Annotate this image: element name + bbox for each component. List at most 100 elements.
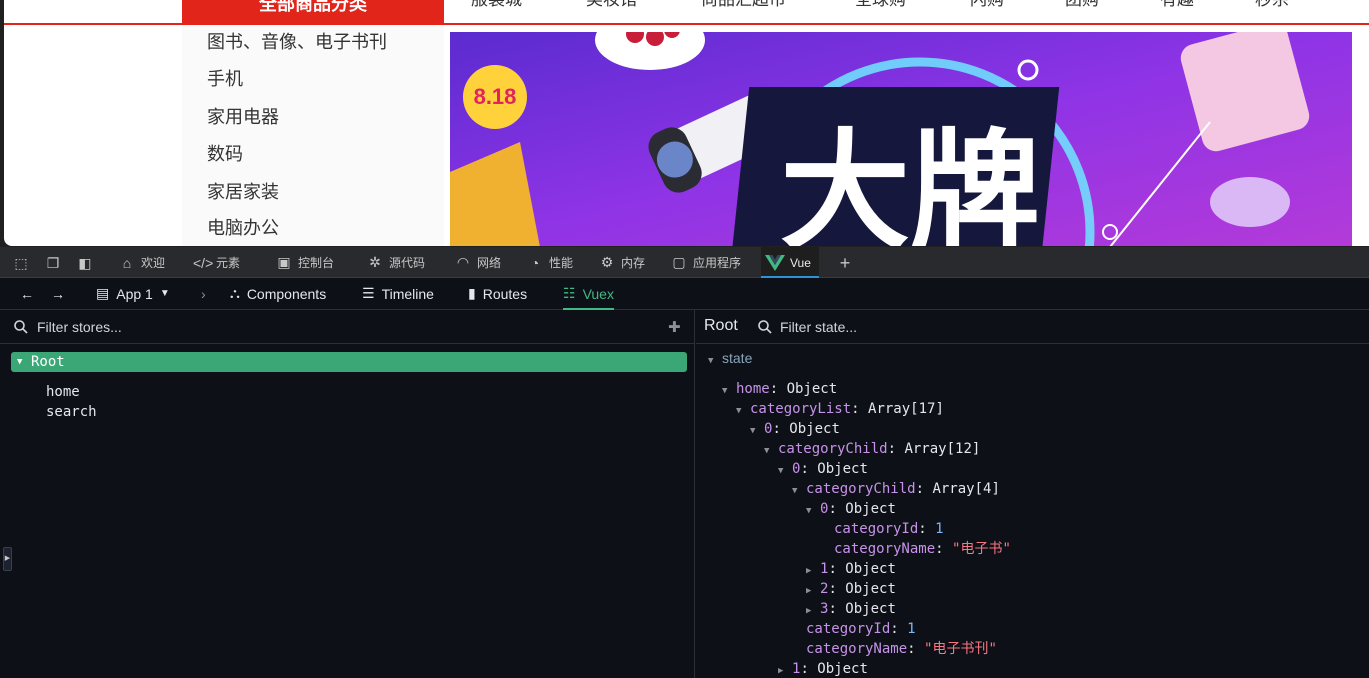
- back-arrow-icon[interactable]: ←: [20, 278, 34, 309]
- dock-sidebar-icon[interactable]: ◧: [76, 254, 94, 272]
- forward-arrow-icon[interactable]: →: [51, 278, 65, 309]
- devtools-tab-bar: ⬚ ❐ ◧ ⌂ 欢迎 </> 元素 ▣ 控制台 ✲ 源代码 ◠ 网络 ◔ 性能 ⚙ 内存 ▢ 应…: [0, 247, 1369, 278]
- key-separator: :: [828, 501, 846, 517]
- state-tree-row[interactable]: ▶ 1: Object: [806, 559, 896, 579]
- key-separator: :: [772, 421, 790, 437]
- tab-vue[interactable]: Vue: [761, 247, 819, 278]
- stores-pane: Filter stores... ✚ ▼ Root home search ▶: [0, 310, 695, 678]
- state-tree-row[interactable]: ▼ 0: Object: [750, 419, 840, 439]
- key-separator: :: [915, 481, 933, 497]
- tab-sources[interactable]: ✲ 源代码: [366, 247, 425, 278]
- device-emulation-icon[interactable]: ❐: [44, 254, 62, 272]
- nav-link[interactable]: 闪购: [970, 0, 1004, 10]
- state-tree-row: categoryName: "电子书刊": [792, 639, 997, 659]
- nav-vuex[interactable]: ☷ Vuex: [563, 278, 614, 310]
- nav-routes[interactable]: ▮ Routes: [468, 278, 527, 309]
- search-icon: [14, 320, 28, 334]
- puzzle-icon[interactable]: ✚: [668, 318, 681, 336]
- chevron-down-icon: ▼: [159, 288, 170, 299]
- key-separator: :: [828, 561, 846, 577]
- nav-link[interactable]: 秒杀: [1255, 0, 1289, 10]
- promo-banner[interactable]: 8.18 大牌: [450, 32, 1352, 246]
- state-tree-row: categoryId: 1: [792, 619, 916, 639]
- key-separator: :: [851, 401, 869, 417]
- state-key: categoryId: [806, 621, 891, 637]
- nav-link[interactable]: 服装城: [471, 0, 522, 10]
- tab-application[interactable]: ▢ 应用程序: [670, 247, 741, 278]
- state-tree-row[interactable]: ▼ categoryChild: Array[4]: [792, 479, 1000, 499]
- state-tree-row[interactable]: ▼ categoryChild: Array[12]: [764, 439, 980, 459]
- state-key: categoryName: [834, 541, 936, 557]
- nav-components[interactable]: ⛬ Components: [230, 278, 326, 309]
- state-value: Object: [845, 561, 896, 577]
- state-value: Array[4]: [932, 481, 1000, 497]
- key-separator: :: [907, 641, 925, 657]
- state-value: Object: [845, 501, 896, 517]
- store-item-search[interactable]: search: [46, 402, 97, 422]
- tab-memory[interactable]: ⚙ 内存: [598, 247, 645, 278]
- tab-elements[interactable]: </> 元素: [193, 247, 240, 278]
- store-root-label: Root: [31, 354, 65, 370]
- filter-stores-input[interactable]: Filter stores...: [37, 319, 122, 335]
- key-separator: :: [935, 541, 953, 557]
- state-value: 1: [935, 521, 944, 537]
- state-tree-row[interactable]: ▼ categoryList: Array[17]: [736, 399, 944, 419]
- tab-network[interactable]: ◠ 网络: [454, 247, 501, 278]
- key-separator: :: [887, 441, 905, 457]
- inspect-icon[interactable]: ⬚: [12, 254, 30, 272]
- state-value: 1: [907, 621, 916, 637]
- filter-stores-bar[interactable]: Filter stores... ✚: [0, 310, 695, 344]
- filter-state-input[interactable]: Filter state...: [780, 319, 857, 335]
- tab-console[interactable]: ▣ 控制台: [275, 247, 334, 278]
- nav-link[interactable]: 美妆馆: [586, 0, 637, 10]
- app-icon: ▢: [672, 254, 686, 270]
- app-icon: ▤: [96, 285, 110, 301]
- expand-triangle-icon: ▼: [764, 446, 770, 456]
- category-item[interactable]: 电脑办公: [207, 217, 279, 239]
- tab-welcome[interactable]: ⌂ 欢迎: [118, 247, 165, 278]
- category-item[interactable]: 数码: [207, 143, 243, 165]
- tab-label: 内存: [621, 256, 646, 270]
- nav-timeline[interactable]: ☰ Timeline: [362, 278, 434, 309]
- store-item-home[interactable]: home: [46, 382, 80, 402]
- routes-icon: ▮: [468, 285, 476, 301]
- state-tree-row[interactable]: ▶ 3: Object: [806, 599, 896, 619]
- pane-collapse-handle[interactable]: ▶: [3, 547, 12, 571]
- category-item[interactable]: 家居家装: [207, 181, 279, 203]
- vue-logo-icon: [765, 254, 785, 271]
- state-tree-row[interactable]: ▶ 2: Object: [806, 579, 896, 599]
- state-tree-row[interactable]: ▼ home: Object: [722, 379, 837, 399]
- key-separator: :: [918, 521, 936, 537]
- app-selector[interactable]: ▤ App 1 ▼: [96, 278, 170, 309]
- key-separator: :: [828, 581, 846, 597]
- state-tree-row[interactable]: ▼ 0: Object: [806, 499, 896, 519]
- key-separator: :: [828, 601, 846, 617]
- state-section-row[interactable]: ▼ state: [708, 348, 752, 368]
- nav-link[interactable]: 尚品汇超市: [701, 0, 786, 10]
- vue-devtools-toolbar: ← → ▤ App 1 ▼ › ⛬ Components ☰ Timeline ▮ R…: [0, 278, 1369, 310]
- key-separator: :: [800, 461, 818, 477]
- nav-link[interactable]: 有趣: [1160, 0, 1194, 10]
- state-tree-row[interactable]: ▶ 1: Object: [778, 659, 868, 678]
- code-icon: </>: [193, 254, 214, 271]
- category-item[interactable]: 手机: [207, 68, 243, 90]
- state-tree: ▼ state ▼ home: Object ▼ categoryList: Array…: [696, 344, 1369, 678]
- nav-link[interactable]: 团购: [1065, 0, 1099, 10]
- gauge-icon: ◔: [530, 254, 540, 271]
- category-item[interactable]: 家用电器: [207, 106, 279, 128]
- all-categories-button[interactable]: 全部商品分类: [182, 0, 444, 24]
- expand-triangle-icon: ▼: [736, 406, 742, 416]
- nav-link[interactable]: 全球购: [855, 0, 906, 10]
- tab-label: 欢迎: [141, 256, 166, 270]
- svg-text:8.18: 8.18: [474, 84, 517, 109]
- state-tree-row: categoryName: "电子书": [820, 539, 1011, 559]
- expand-triangle-icon: ▼: [806, 506, 812, 516]
- collapse-triangle-icon: ▶: [778, 666, 784, 676]
- category-item[interactable]: 图书、音像、电子书刊: [207, 31, 387, 53]
- state-title: Root: [704, 317, 738, 334]
- state-tree-row[interactable]: ▼ 0: Object: [778, 459, 868, 479]
- add-tab-icon[interactable]: +: [836, 254, 854, 272]
- bug-icon: ✲: [369, 254, 381, 270]
- store-root-row[interactable]: ▼ Root: [11, 352, 687, 372]
- tab-performance[interactable]: ◔ 性能: [526, 247, 573, 278]
